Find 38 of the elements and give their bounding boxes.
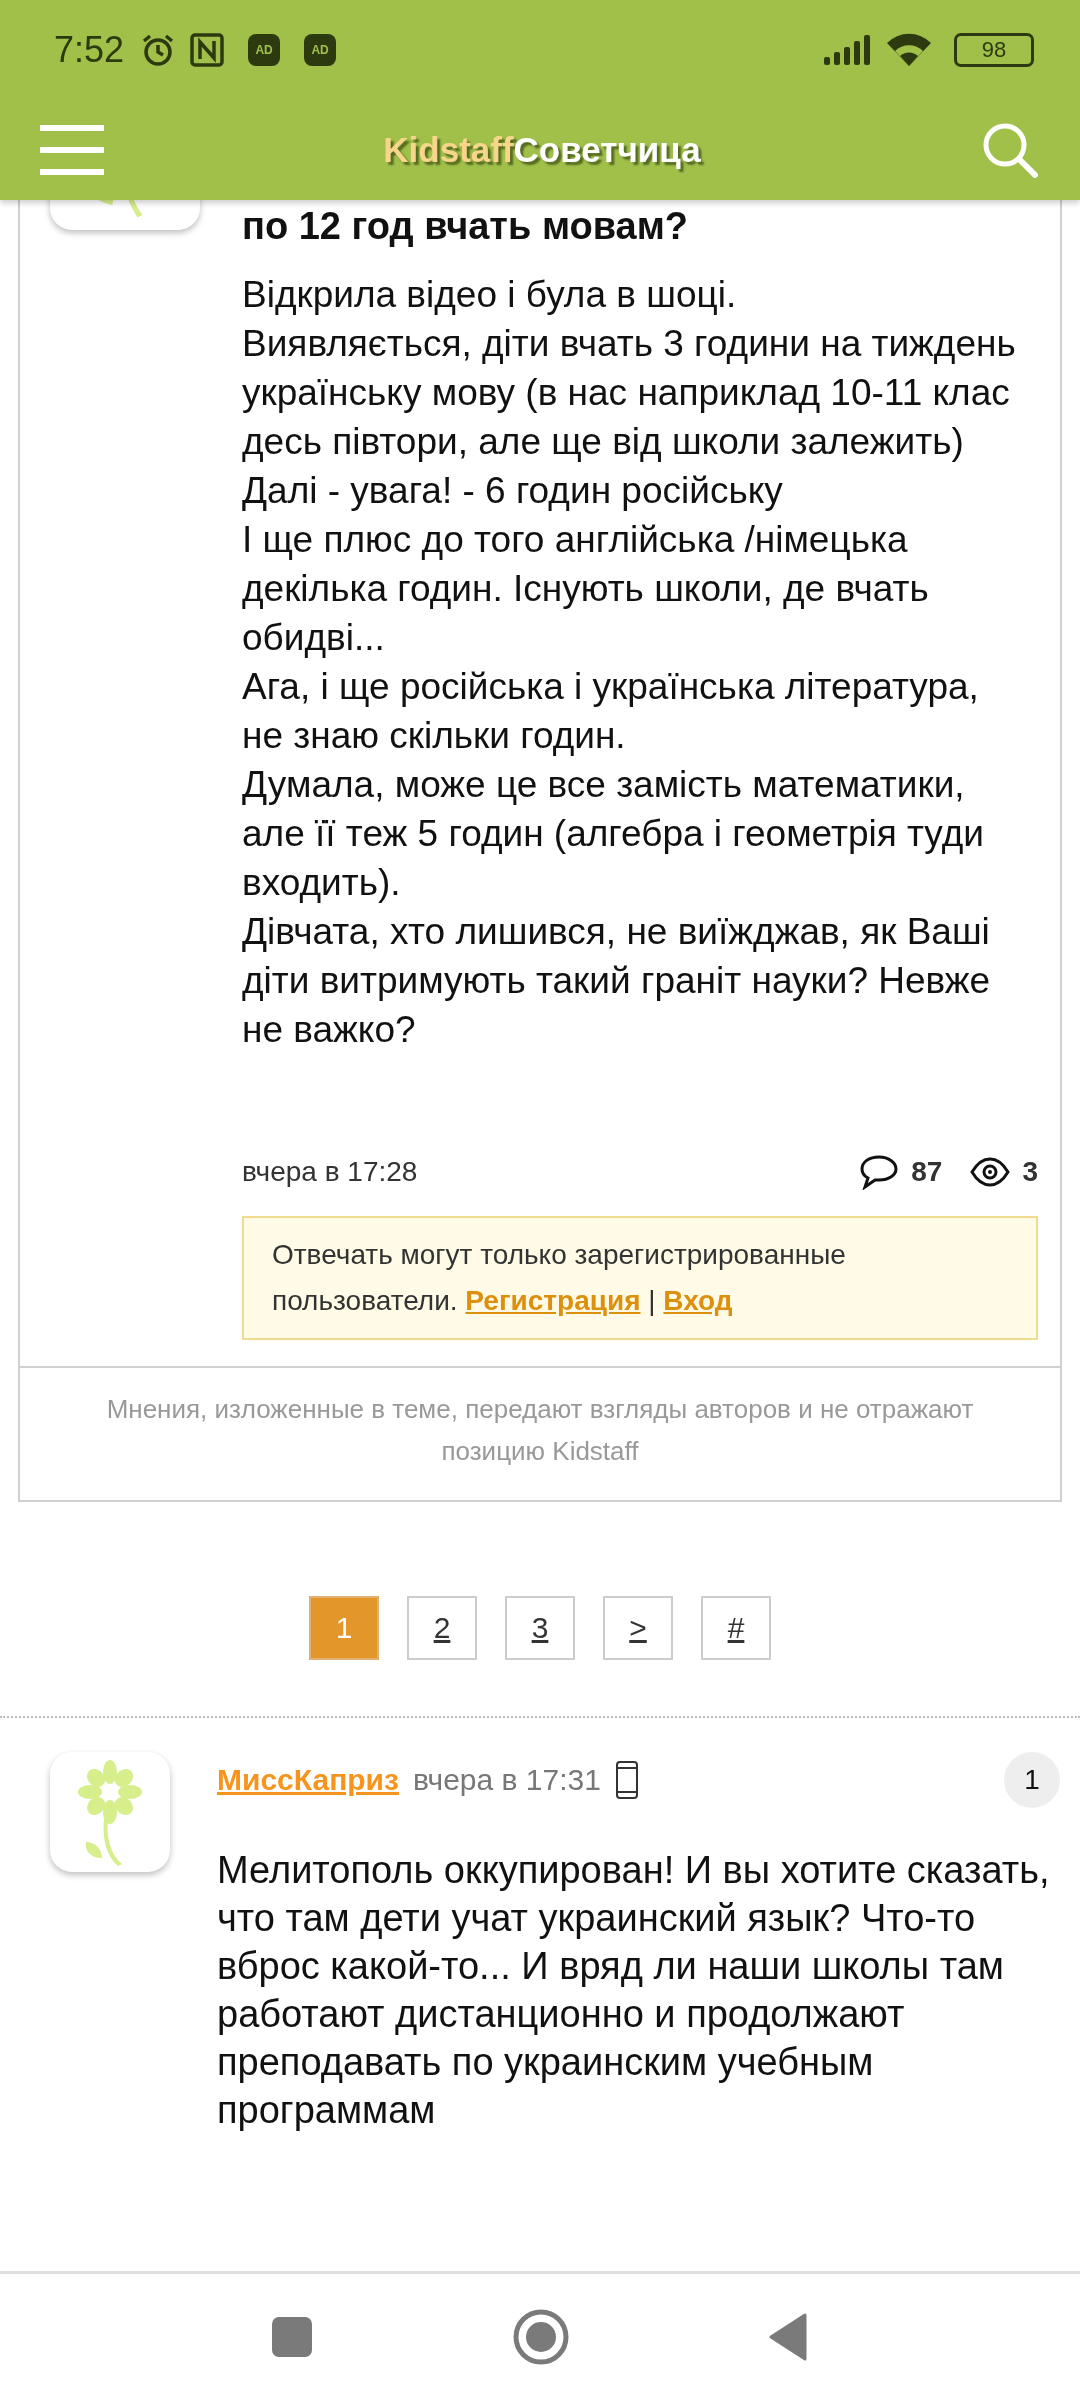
post-date: вчера в 17:28 bbox=[242, 1156, 418, 1188]
wifi-icon bbox=[886, 33, 932, 67]
register-link[interactable]: Регистрация bbox=[465, 1285, 641, 1316]
page-button[interactable]: 1 bbox=[309, 1596, 379, 1660]
comment-text: Мелитополь оккупирован! И вы хотите сказать, что там дети учат украинский язык? Что-то вброс какой-то... И вряд ли наши школы там работают дистанционно и продолжают преподавать по украинским учебным программам bbox=[217, 1848, 1051, 2133]
post-text: Дівчата, хто лишився, не виїжджав, як Ваші діти витримують такий граніт науки? Невже не важко? bbox=[242, 910, 992, 1052]
nfc-icon bbox=[190, 33, 225, 67]
page-button[interactable]: 2 bbox=[407, 1596, 477, 1660]
phone-icon bbox=[614, 1760, 639, 1800]
post-title: по 12 год вчать мовам? bbox=[242, 204, 690, 248]
post-text: Відкрила відео і була в шоці. bbox=[242, 273, 738, 317]
ad-blocker-icon: AD bbox=[248, 34, 281, 66]
page-button[interactable]: 3 bbox=[505, 1596, 575, 1660]
status-time: 7:52 bbox=[54, 29, 125, 71]
site-logo[interactable]: KidstaffСоветчица bbox=[383, 130, 701, 170]
page-button[interactable]: > bbox=[603, 1596, 673, 1660]
post-text: Далі - увага! - 6 годин російську bbox=[242, 469, 784, 513]
signal-icon bbox=[824, 35, 872, 65]
home-icon[interactable] bbox=[513, 2309, 569, 2365]
post-text: Виявляється, діти вчать 3 години на тиждень українську мову (в нас наприклад 10-11 клас десь півтори, але ще від школи залежить) bbox=[242, 322, 1017, 464]
comment-time: вчера в 17:31 bbox=[412, 1763, 601, 1797]
page-button[interactable]: # bbox=[701, 1596, 771, 1660]
login-link[interactable]: Вход bbox=[663, 1285, 733, 1316]
comment-icon bbox=[859, 1154, 900, 1190]
disclaimer-text: Мнения, изложенные в теме, передают взгляды авторов и не отражают позицию Kidstaff bbox=[105, 1393, 975, 1468]
battery-icon: 98 bbox=[954, 33, 1034, 67]
square-icon[interactable] bbox=[271, 2316, 313, 2358]
author-link[interactable]: МиссКаприз bbox=[217, 1763, 399, 1797]
post-text: Думала, може це все замість математики, але її теж 5 годин (алгебра і геометрія туди входить). bbox=[242, 763, 985, 905]
notice-text: Отвечать могут только зарегистрированные пользователи. Регистрация | Вход bbox=[272, 1238, 847, 1318]
post-text: І ще плюс до того англійська /німецька декілька годин. Існують школи, де вчать обидві... bbox=[242, 518, 930, 660]
comment-number: 1 bbox=[1004, 1752, 1060, 1808]
view-count: 3 bbox=[1022, 1156, 1038, 1188]
comment-count: 87 bbox=[911, 1156, 943, 1188]
back-icon[interactable] bbox=[769, 2313, 809, 2361]
post-text: Ага, і ще російська і українська література, не знаю скільки годин. bbox=[242, 665, 980, 758]
eye-icon bbox=[970, 1157, 1011, 1187]
ad-blocker-icon: AD bbox=[304, 34, 337, 66]
